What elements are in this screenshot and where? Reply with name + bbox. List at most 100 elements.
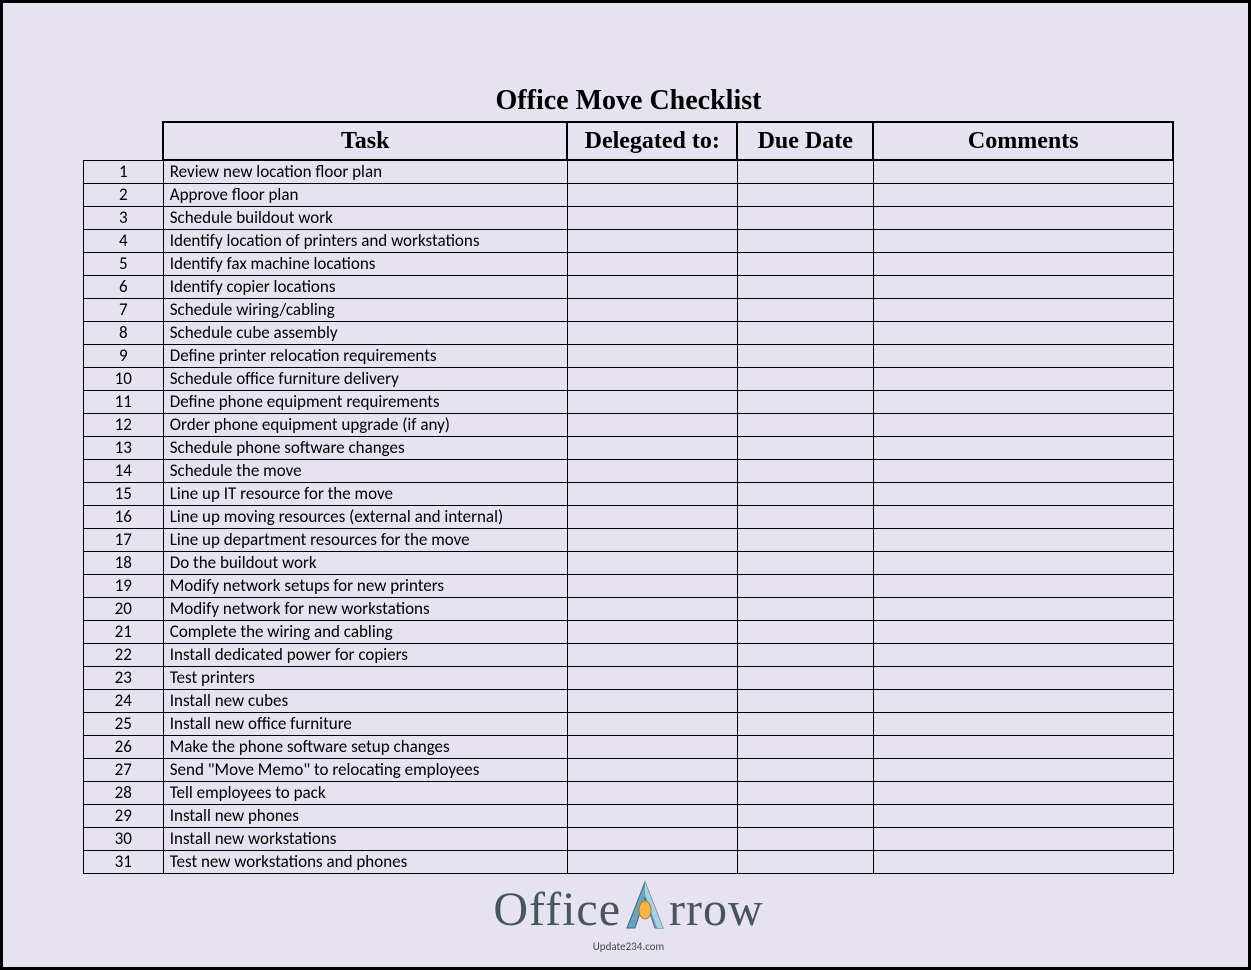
- row-task: Define printer relocation requirements: [163, 345, 567, 368]
- row-number: 17: [83, 529, 163, 552]
- logo-word-1: Office: [493, 882, 621, 937]
- row-number: 2: [83, 184, 163, 207]
- row-delegated-to: [567, 322, 737, 345]
- header-due: Due Date: [737, 122, 873, 160]
- row-number: 4: [83, 230, 163, 253]
- row-due-date: [737, 644, 873, 667]
- table-row: 15Line up IT resource for the move: [83, 483, 1173, 506]
- row-delegated-to: [567, 230, 737, 253]
- row-number: 30: [83, 828, 163, 851]
- row-task: Send "Move Memo" to relocating employees: [163, 759, 567, 782]
- row-delegated-to: [567, 345, 737, 368]
- row-task: Identify copier locations: [163, 276, 567, 299]
- row-comments: [873, 160, 1173, 184]
- row-task: Schedule the move: [163, 460, 567, 483]
- row-due-date: [737, 414, 873, 437]
- row-number: 26: [83, 736, 163, 759]
- source-link: Update234.com: [3, 940, 1251, 953]
- header-delegated: Delegated to:: [567, 122, 737, 160]
- table-row: 12Order phone equipment upgrade (if any): [83, 414, 1173, 437]
- table-row: 27Send "Move Memo" to relocating employe…: [83, 759, 1173, 782]
- row-number: 11: [83, 391, 163, 414]
- table-row: 7Schedule wiring/cabling: [83, 299, 1173, 322]
- row-number: 5: [83, 253, 163, 276]
- row-delegated-to: [567, 276, 737, 299]
- row-delegated-to: [567, 207, 737, 230]
- row-comments: [873, 690, 1173, 713]
- row-due-date: [737, 690, 873, 713]
- row-comments: [873, 575, 1173, 598]
- row-comments: [873, 736, 1173, 759]
- row-task: Schedule phone software changes: [163, 437, 567, 460]
- table-row: 26Make the phone software setup changes: [83, 736, 1173, 759]
- table-row: 28Tell employees to pack: [83, 782, 1173, 805]
- row-task: Identify fax machine locations: [163, 253, 567, 276]
- row-task: Test new workstations and phones: [163, 851, 567, 874]
- checklist-table: Task Delegated to: Due Date Comments 1Re…: [83, 121, 1175, 874]
- row-delegated-to: [567, 644, 737, 667]
- row-number: 14: [83, 460, 163, 483]
- row-due-date: [737, 759, 873, 782]
- table-row: 4Identify location of printers and works…: [83, 230, 1173, 253]
- row-task: Install new phones: [163, 805, 567, 828]
- row-comments: [873, 391, 1173, 414]
- row-due-date: [737, 391, 873, 414]
- row-task: Install new cubes: [163, 690, 567, 713]
- table-row: 16Line up moving resources (external and…: [83, 506, 1173, 529]
- table-row: 19Modify network setups for new printers: [83, 575, 1173, 598]
- table-row: 23Test printers: [83, 667, 1173, 690]
- table-row: 13Schedule phone software changes: [83, 437, 1173, 460]
- row-task: Complete the wiring and cabling: [163, 621, 567, 644]
- row-due-date: [737, 851, 873, 874]
- row-due-date: [737, 736, 873, 759]
- table-row: 30Install new workstations: [83, 828, 1173, 851]
- row-due-date: [737, 483, 873, 506]
- row-number: 25: [83, 713, 163, 736]
- table-row: 29Install new phones: [83, 805, 1173, 828]
- row-task: Make the phone software setup changes: [163, 736, 567, 759]
- table-header-row: Task Delegated to: Due Date Comments: [83, 122, 1173, 160]
- row-comments: [873, 276, 1173, 299]
- row-comments: [873, 345, 1173, 368]
- table-row: 14Schedule the move: [83, 460, 1173, 483]
- row-task: Line up moving resources (external and i…: [163, 506, 567, 529]
- row-task: Install new office furniture: [163, 713, 567, 736]
- row-delegated-to: [567, 667, 737, 690]
- row-due-date: [737, 460, 873, 483]
- row-comments: [873, 759, 1173, 782]
- row-delegated-to: [567, 529, 737, 552]
- table-row: 20Modify network for new workstations: [83, 598, 1173, 621]
- row-task: Modify network setups for new printers: [163, 575, 567, 598]
- row-number: 12: [83, 414, 163, 437]
- row-number: 9: [83, 345, 163, 368]
- row-due-date: [737, 322, 873, 345]
- row-comments: [873, 184, 1173, 207]
- row-due-date: [737, 782, 873, 805]
- row-delegated-to: [567, 759, 737, 782]
- row-task: Identify location of printers and workst…: [163, 230, 567, 253]
- row-delegated-to: [567, 483, 737, 506]
- row-task: Order phone equipment upgrade (if any): [163, 414, 567, 437]
- row-due-date: [737, 713, 873, 736]
- row-comments: [873, 483, 1173, 506]
- table-row: 1Review new location floor plan: [83, 160, 1173, 184]
- row-task: Do the buildout work: [163, 552, 567, 575]
- header-task: Task: [163, 122, 567, 160]
- row-delegated-to: [567, 805, 737, 828]
- row-delegated-to: [567, 414, 737, 437]
- table-row: 5Identify fax machine locations: [83, 253, 1173, 276]
- header-blank: [83, 122, 163, 160]
- table-row: 2Approve floor plan: [83, 184, 1173, 207]
- table-row: 8Schedule cube assembly: [83, 322, 1173, 345]
- row-comments: [873, 506, 1173, 529]
- row-number: 29: [83, 805, 163, 828]
- row-number: 22: [83, 644, 163, 667]
- row-number: 6: [83, 276, 163, 299]
- row-delegated-to: [567, 391, 737, 414]
- row-due-date: [737, 345, 873, 368]
- table-row: 22Install dedicated power for copiers: [83, 644, 1173, 667]
- row-number: 7: [83, 299, 163, 322]
- row-due-date: [737, 667, 873, 690]
- row-delegated-to: [567, 575, 737, 598]
- row-due-date: [737, 253, 873, 276]
